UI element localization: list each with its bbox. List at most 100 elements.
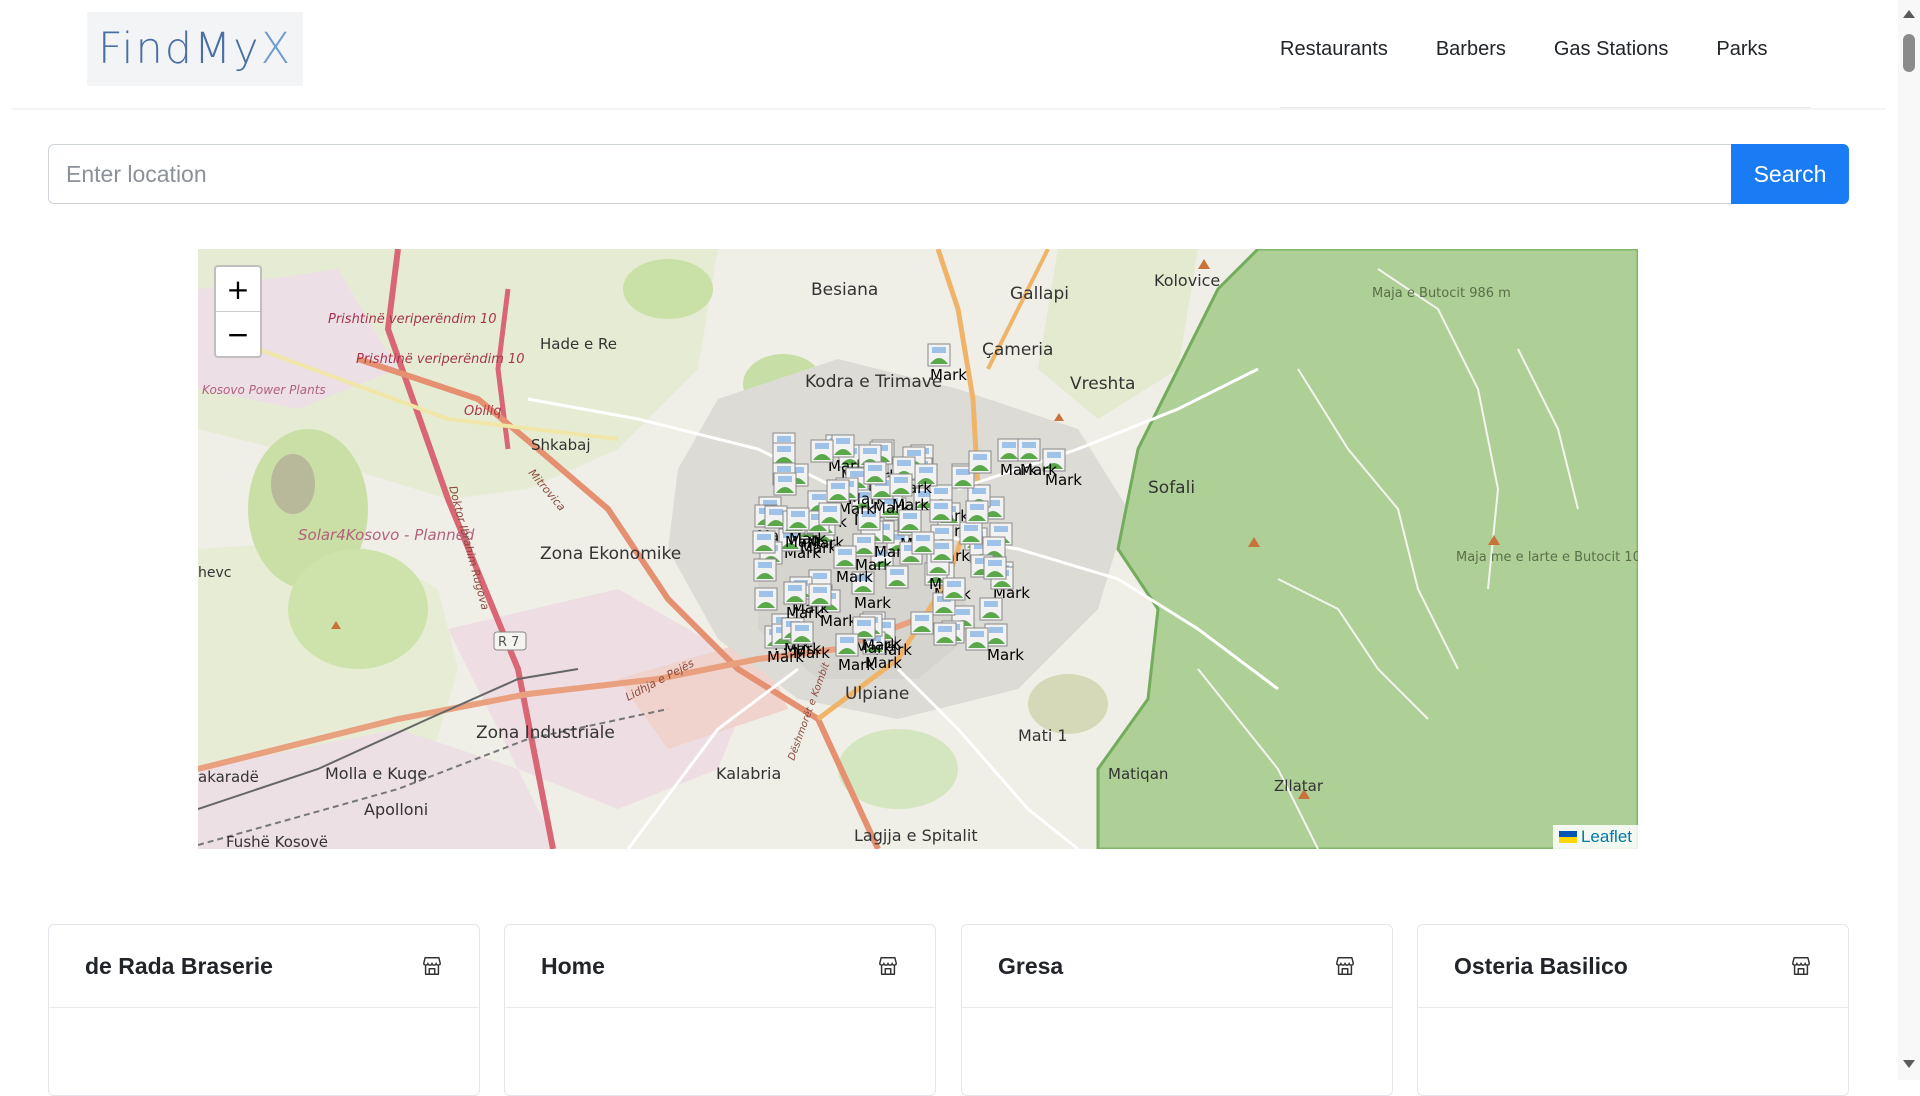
result-card[interactable]: Gresa	[961, 924, 1393, 1096]
map-label-r7-shield: R 7	[498, 635, 519, 650]
scroll-up-arrow-icon[interactable]	[1903, 10, 1915, 18]
result-card[interactable]: de Rada Braserie	[48, 924, 480, 1096]
site-header: FindMyX Restaurants Barbers Gas Stations…	[0, 0, 1898, 108]
logo[interactable]: FindMyX	[87, 12, 303, 86]
store-icon[interactable]	[421, 955, 443, 977]
search-bar: Search	[48, 144, 1849, 204]
map-marker-label: Mark	[930, 366, 967, 384]
map-label-shkabaj: Shkabaj	[531, 436, 591, 454]
zoom-control: + −	[214, 265, 262, 358]
map-marker[interactable]	[965, 627, 989, 651]
map-label-zona-ekonomike: Zona Ekonomike	[540, 544, 681, 564]
map-label-apolloni: Apolloni	[364, 800, 428, 819]
main-nav: Restaurants Barbers Gas Stations Parks	[1280, 38, 1816, 61]
map-label-hade-e-re: Hade e Re	[540, 335, 617, 353]
map-marker[interactable]	[911, 531, 935, 555]
zoom-out-button[interactable]: −	[216, 312, 260, 356]
map-marker[interactable]	[753, 558, 777, 582]
result-card[interactable]: Osteria Basilico	[1417, 924, 1849, 1096]
scroll-down-arrow-icon[interactable]	[1903, 1060, 1915, 1068]
map-marker[interactable]	[831, 434, 855, 458]
logo-text-x: X	[260, 24, 293, 74]
map-label-matiqan: Matiqan	[1108, 765, 1168, 783]
card-title: Osteria Basilico	[1454, 952, 1628, 979]
map-marker-label: Mark	[793, 644, 830, 662]
map-label-akarade: akaradë	[198, 768, 259, 786]
map-label-road-10-a: Prishtinë veriperëndim 10	[328, 312, 497, 327]
map-marker[interactable]	[773, 472, 797, 496]
card-header: de Rada Braserie	[49, 925, 479, 1008]
nav-restaurants[interactable]: Restaurants	[1280, 38, 1388, 61]
map-marker[interactable]	[885, 565, 909, 589]
map-marker-label: Mark	[855, 639, 892, 657]
card-header: Osteria Basilico	[1418, 925, 1848, 1008]
map-tiles: Besiana Gallapi Kolovice Çameria Hade e …	[198, 249, 1638, 849]
map-label-cameria: Çameria	[982, 340, 1053, 360]
map-label-hevc: hevc	[198, 565, 231, 581]
map-marker[interactable]	[959, 521, 983, 545]
map-label-lagjja-e-spitalit: Lagjja e Spitalit	[854, 826, 978, 845]
map-marker[interactable]	[810, 439, 834, 463]
map-marker[interactable]	[910, 611, 934, 635]
nav-barbers[interactable]: Barbers	[1436, 38, 1506, 61]
map-marker[interactable]	[754, 587, 778, 611]
scroll-thumb[interactable]	[1903, 34, 1915, 72]
store-icon[interactable]	[1790, 955, 1812, 977]
map-label-mati-1: Mati 1	[1018, 726, 1068, 745]
map-marker[interactable]	[863, 461, 887, 485]
map-marker-label: Mark	[854, 594, 891, 612]
map-marker[interactable]	[965, 500, 989, 524]
card-title: Gresa	[998, 952, 1064, 979]
map-label-sofali: Sofali	[1148, 478, 1195, 498]
map-marker[interactable]	[826, 479, 850, 503]
location-input[interactable]	[48, 144, 1731, 204]
map-label-besiana: Besiana	[811, 280, 878, 300]
map-label-kolovice: Kolovice	[1154, 271, 1220, 290]
map-label-gallapi: Gallapi	[1010, 284, 1069, 304]
zoom-in-button[interactable]: +	[216, 267, 260, 312]
map-marker-label: Mark	[789, 530, 826, 548]
map-label-kalabria: Kalabria	[716, 764, 781, 783]
logo-text-main: FindMy	[97, 24, 261, 74]
card-header: Gresa	[962, 925, 1392, 1008]
map-label-fushe-kosove: Fushë Kosovë	[226, 833, 328, 849]
map-marker[interactable]	[808, 583, 832, 607]
map-label-zona-industriale: Zona Industriale	[476, 723, 615, 743]
header-divider	[12, 108, 1886, 110]
map-label-road-10-b: Prishtinë veriperëndim 10	[356, 352, 525, 367]
map-label-solar4kosovo: Solar4Kosovo - Planned	[298, 526, 475, 544]
map-marker[interactable]	[752, 530, 776, 554]
card-title: de Rada Braserie	[85, 952, 273, 979]
nav-parks[interactable]: Parks	[1716, 38, 1767, 61]
map-label-maja-e-butocit: Maja e Butocit 986 m	[1372, 286, 1511, 301]
map-marker-label: Mark	[836, 568, 873, 586]
leaflet-link[interactable]: Leaflet	[1581, 827, 1632, 847]
store-icon[interactable]	[877, 955, 899, 977]
result-card[interactable]: Home	[504, 924, 936, 1096]
search-button[interactable]: Search	[1731, 144, 1849, 204]
map-marker-label: Mark	[987, 646, 1024, 664]
store-icon[interactable]	[1334, 955, 1356, 977]
map-label-vreshta: Vreshta	[1070, 374, 1135, 394]
map-marker[interactable]	[933, 622, 957, 646]
map-marker[interactable]	[818, 502, 842, 526]
card-header: Home	[505, 925, 935, 1008]
map-marker[interactable]	[942, 577, 966, 601]
map-marker[interactable]	[979, 597, 1003, 621]
map[interactable]: Besiana Gallapi Kolovice Çameria Hade e …	[198, 249, 1638, 849]
map-attribution: Leaflet	[1552, 825, 1638, 849]
map-label-molla-e-kuqe: Molla e Kuqe	[325, 764, 427, 783]
map-marker[interactable]	[968, 450, 992, 474]
ukraine-flag-icon	[1558, 831, 1577, 843]
map-label-zllatar: Zllatar	[1274, 777, 1324, 795]
map-marker-label: Mark	[786, 604, 823, 622]
map-marker-label: Mark	[1020, 461, 1057, 479]
nav-gas-stations[interactable]: Gas Stations	[1554, 38, 1669, 61]
map-label-ulpiane: Ulpiane	[845, 684, 909, 704]
map-marker[interactable]	[983, 556, 1007, 580]
page-scrollbar[interactable]	[1898, 0, 1920, 1080]
map-label-kodra-e-trimave: Kodra e Trimave	[805, 372, 942, 392]
map-marker[interactable]	[772, 442, 796, 466]
map-label-power-plants: Kosovo Power Plants	[202, 383, 326, 397]
map-label-maja-me-e-larte: Maja me e larte e Butocit 1090 m	[1456, 550, 1638, 565]
